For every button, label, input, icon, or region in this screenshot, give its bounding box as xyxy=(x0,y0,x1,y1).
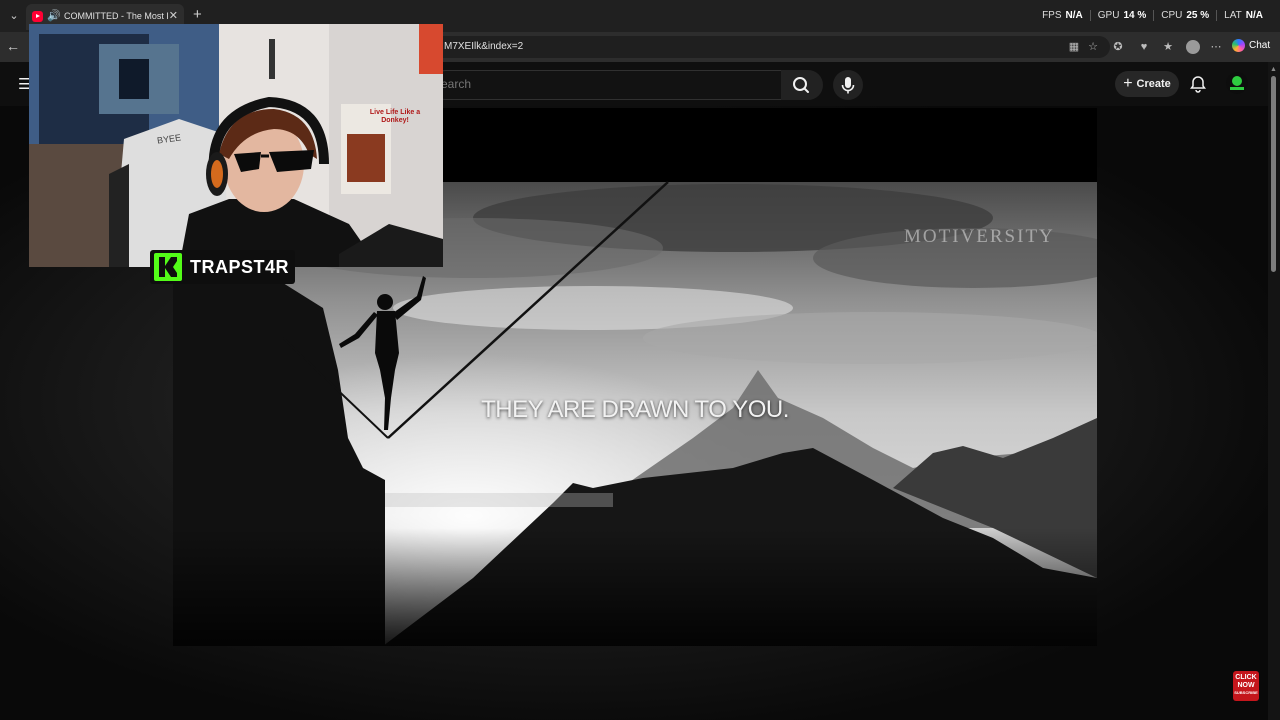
create-label: Create xyxy=(1136,78,1171,90)
favorite-star-icon[interactable]: ☆ xyxy=(1087,41,1099,53)
back-arrow-icon[interactable]: ← xyxy=(6,38,20,54)
speaker-icon[interactable]: 🔊 xyxy=(47,9,61,22)
wall-sign-text: Live Life Like a Donkey! xyxy=(369,109,421,124)
favorites-icon[interactable]: ★ xyxy=(1162,41,1174,53)
more-options-icon[interactable]: ⋯ xyxy=(1210,41,1222,53)
webcam-overlay: Live Life Like a Donkey! BYEE xyxy=(29,24,443,267)
extensions-icon[interactable]: ✪ xyxy=(1112,41,1124,53)
search-button[interactable] xyxy=(781,70,823,100)
app-available-icon[interactable]: ▦ xyxy=(1068,41,1080,53)
badge-line-2: NOW xyxy=(1237,682,1255,689)
search-icon xyxy=(793,77,809,93)
cpu-metric: CPU 25 % xyxy=(1153,10,1216,21)
browser-essentials-icon[interactable]: ♥ xyxy=(1138,41,1150,53)
webcam-feed xyxy=(29,24,443,267)
fps-metric: FPS N/A xyxy=(1042,10,1083,21)
tab-title: COMMITTED - The Most Pow xyxy=(64,11,168,21)
video-caption: THEY ARE DRAWN TO YOU. xyxy=(481,396,789,423)
search-box[interactable] xyxy=(432,70,782,100)
copilot-chat-button[interactable]: Chat xyxy=(1232,39,1270,52)
search-input[interactable] xyxy=(441,77,761,91)
mic-icon xyxy=(841,77,855,94)
profile-avatar[interactable] xyxy=(1186,40,1200,54)
streamer-name: TRAPST4R xyxy=(190,256,290,277)
kick-k-icon xyxy=(159,257,177,277)
chat-label: Chat xyxy=(1249,40,1271,51)
lat-metric: LAT N/A xyxy=(1216,10,1270,21)
avatar-logo-icon xyxy=(1230,76,1244,90)
page-scrollbar[interactable]: ▲ xyxy=(1268,62,1280,720)
voice-search-button[interactable] xyxy=(833,70,863,100)
subscribe-badge[interactable]: CLICK NOW SUBSCRIBE xyxy=(1233,671,1259,701)
gpu-metric: GPU 14 % xyxy=(1089,10,1153,21)
close-icon[interactable]: ✕ xyxy=(169,9,178,22)
youtube-favicon xyxy=(32,11,43,22)
badge-line-3: SUBSCRIBE xyxy=(1234,690,1258,695)
performance-overlay: FPS N/A GPU 14 % CPU 25 % LAT N/A xyxy=(1035,10,1270,21)
streamer-badge: TRAPST4R xyxy=(150,250,296,284)
url-text[interactable]: M7XEIlk&index=2 xyxy=(444,41,523,52)
new-tab-button[interactable]: + xyxy=(193,6,202,23)
scroll-up-icon[interactable]: ▲ xyxy=(1270,66,1277,73)
badge-line-1: CLICK xyxy=(1235,674,1257,681)
plus-icon: + xyxy=(1123,75,1133,92)
video-watermark: MOTIVERSITY xyxy=(904,226,1055,247)
chevron-down-icon[interactable]: ⌄ xyxy=(6,8,22,24)
copilot-icon xyxy=(1232,39,1245,52)
create-button[interactable]: + Create xyxy=(1115,71,1179,97)
bell-icon[interactable] xyxy=(1188,74,1208,94)
scroll-thumb[interactable] xyxy=(1271,76,1276,272)
kick-logo xyxy=(154,253,182,281)
channel-avatar[interactable] xyxy=(1226,72,1248,94)
